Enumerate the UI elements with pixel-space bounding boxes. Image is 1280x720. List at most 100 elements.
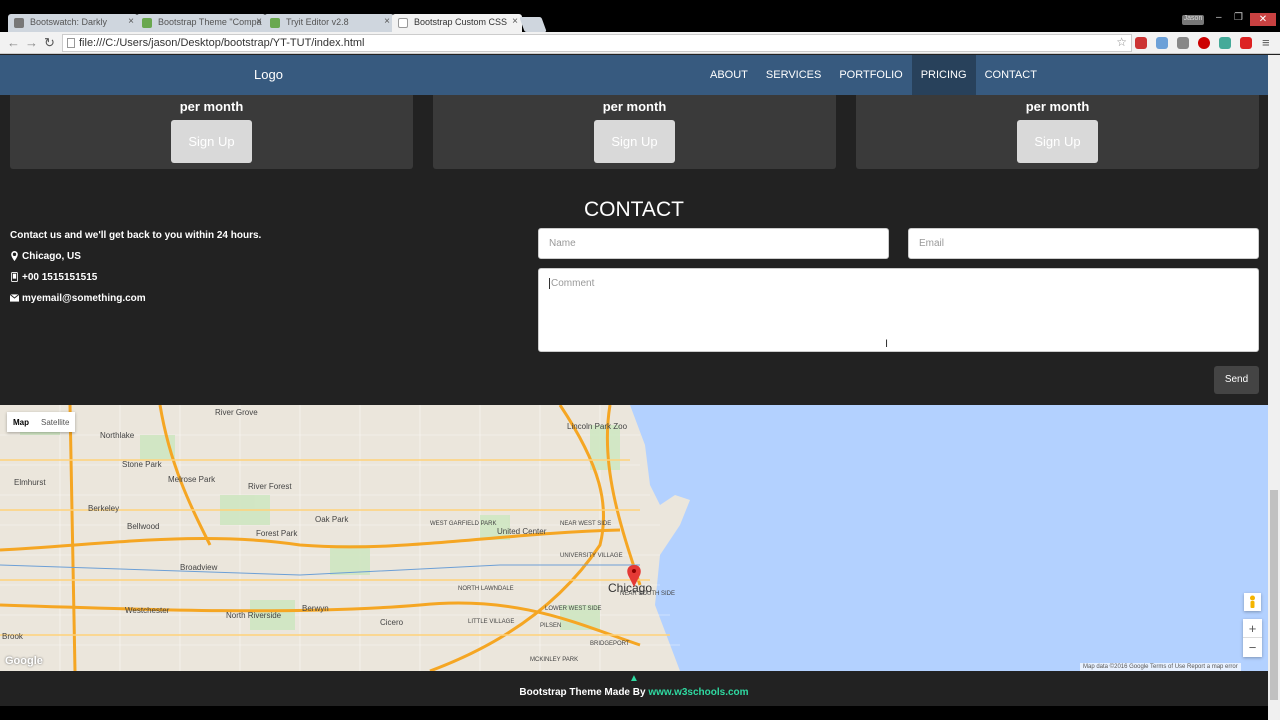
price-period: per month: [179, 99, 244, 114]
zoom-out-button[interactable]: −: [1243, 638, 1262, 657]
scrollbar-thumb[interactable]: [1270, 490, 1278, 700]
svg-text:BRIDGEPORT: BRIDGEPORT: [590, 641, 630, 647]
contact-title: CONTACT: [584, 198, 684, 221]
favicon-icon: [270, 18, 280, 28]
web-page: Logo ABOUT SERVICES PORTFOLIO PRICING CO…: [0, 55, 1268, 720]
zoom-in-button[interactable]: +: [1243, 619, 1262, 638]
footer-text: Bootstrap Theme Made By www.w3schools.co…: [519, 687, 749, 698]
contact-intro: Contact us and we'll get back to you wit…: [10, 229, 262, 241]
svg-text:Melrose Park: Melrose Park: [168, 475, 216, 484]
new-tab-button[interactable]: [519, 17, 547, 32]
site-logo[interactable]: Logo: [254, 67, 283, 82]
scroll-up-icon[interactable]: ▲: [629, 673, 639, 684]
google-logo[interactable]: Google: [5, 655, 43, 667]
browser-tab-active[interactable]: Bootstrap Custom CSS ×: [392, 14, 522, 32]
svg-text:Broadview: Broadview: [180, 563, 218, 572]
close-tab-icon[interactable]: ×: [128, 16, 134, 27]
svg-text:North Riverside: North Riverside: [226, 611, 282, 620]
pegman-icon[interactable]: [1244, 593, 1261, 611]
svg-text:LOWER WEST SIDE: LOWER WEST SIDE: [545, 606, 602, 612]
nav-about[interactable]: ABOUT: [701, 55, 757, 95]
minimize-icon[interactable]: –: [1216, 12, 1222, 23]
browser-tab[interactable]: Bootstrap Theme "Compa ×: [136, 14, 266, 32]
map-attribution[interactable]: Map data ©2016 Google Terms of Use Repor…: [1080, 663, 1241, 671]
price-period: per month: [602, 99, 667, 114]
close-tab-icon[interactable]: ×: [256, 16, 262, 27]
svg-text:LITTLE VILLAGE: LITTLE VILLAGE: [468, 619, 514, 625]
address-bar[interactable]: file:///C:/Users/jason/Desktop/bootstrap…: [62, 34, 1132, 52]
svg-text:WEST GARFIELD PARK: WEST GARFIELD PARK: [430, 521, 496, 527]
browser-tab[interactable]: Tryit Editor v2.8 ×: [264, 14, 394, 32]
price-period: per month: [1025, 99, 1090, 114]
svg-text:NEAR WEST SIDE: NEAR WEST SIDE: [560, 521, 611, 527]
phone-icon: [11, 272, 18, 282]
map-type-satellite[interactable]: Satellite: [35, 412, 75, 432]
page-favicon-icon: [398, 18, 408, 28]
nav-portfolio[interactable]: PORTFOLIO: [830, 55, 911, 95]
reload-icon[interactable]: ↻: [44, 35, 55, 51]
adblock-icon[interactable]: [1198, 37, 1210, 49]
signup-button[interactable]: Sign Up: [594, 120, 675, 163]
map-canvas[interactable]: River Grove Northlake Stone Park Melrose P…: [0, 405, 1268, 671]
nav-services[interactable]: SERVICES: [757, 55, 830, 95]
camera-extension-icon[interactable]: [1156, 37, 1168, 49]
back-icon[interactable]: ←: [7, 35, 20, 50]
google-map[interactable]: River Grove Northlake Stone Park Melrose P…: [0, 405, 1268, 671]
signup-button[interactable]: Sign Up: [171, 120, 252, 163]
contact-email: myemail@something.com: [10, 292, 261, 304]
window-close-button[interactable]: ✕: [1250, 13, 1276, 26]
nav-links: ABOUT SERVICES PORTFOLIO PRICING CONTACT: [701, 55, 1046, 95]
contact-info: Contact us and we'll get back to you wit…: [10, 229, 261, 313]
email-input[interactable]: Email: [908, 228, 1259, 259]
user-badge[interactable]: Jason: [1182, 15, 1204, 25]
browser-tab[interactable]: Bootswatch: Darkly ×: [8, 14, 138, 32]
svg-text:PILSEN: PILSEN: [540, 623, 561, 629]
contact-location: Chicago, US: [10, 250, 261, 262]
browser-toolbar: ← → ↻ file:///C:/Users/jason/Desktop/boo…: [0, 32, 1280, 54]
svg-text:Stone Park: Stone Park: [122, 460, 163, 469]
bookmark-star-icon[interactable]: ☆: [1116, 35, 1127, 49]
map-type-control: Map Satellite: [7, 412, 76, 432]
extension-icon[interactable]: [1240, 37, 1252, 49]
favicon-icon: [14, 18, 24, 28]
nav-contact[interactable]: CONTACT: [976, 55, 1046, 95]
browser-tab-bar: Bootswatch: Darkly × Bootstrap Theme "Com…: [0, 0, 1280, 32]
nav-pricing[interactable]: PRICING: [911, 55, 976, 95]
svg-text:Oak Park: Oak Park: [315, 515, 349, 524]
send-button[interactable]: Send: [1214, 366, 1259, 394]
svg-text:NORTH LAWNDALE: NORTH LAWNDALE: [458, 586, 514, 592]
svg-text:United Center: United Center: [497, 527, 547, 536]
angular-extension-icon[interactable]: [1177, 37, 1189, 49]
extension-icon[interactable]: [1219, 37, 1231, 49]
svg-text:Northlake: Northlake: [100, 431, 135, 440]
svg-text:Berkeley: Berkeley: [88, 504, 119, 513]
svg-text:MCKINLEY PARK: MCKINLEY PARK: [530, 657, 578, 663]
svg-text:Bellwood: Bellwood: [127, 522, 159, 531]
forward-icon[interactable]: →: [25, 35, 38, 50]
svg-text:River Forest: River Forest: [248, 482, 292, 491]
menu-icon[interactable]: ≡: [1262, 35, 1270, 50]
svg-text:Westchester: Westchester: [125, 606, 170, 615]
svg-text:Brook: Brook: [2, 632, 24, 641]
map-marker-icon: [11, 251, 18, 261]
site-navbar: Logo ABOUT SERVICES PORTFOLIO PRICING CO…: [0, 55, 1268, 95]
favicon-icon: [142, 18, 152, 28]
close-tab-icon[interactable]: ×: [384, 16, 390, 27]
pricing-card: per month Sign Up: [433, 95, 836, 169]
name-input[interactable]: Name: [538, 228, 889, 259]
signup-button[interactable]: Sign Up: [1017, 120, 1098, 163]
svg-text:Cicero: Cicero: [380, 618, 404, 627]
svg-text:Lincoln Park Zoo: Lincoln Park Zoo: [567, 422, 628, 431]
extension-icon[interactable]: [1135, 37, 1147, 49]
restore-icon[interactable]: ❐: [1234, 12, 1243, 23]
svg-text:Berwyn: Berwyn: [302, 604, 329, 613]
footer-link[interactable]: www.w3schools.com: [648, 687, 748, 698]
map-type-map[interactable]: Map: [7, 412, 35, 432]
site-footer: ▲ Bootstrap Theme Made By www.w3schools.…: [0, 671, 1268, 706]
map-city-label: Chicago: [608, 581, 652, 595]
close-tab-icon[interactable]: ×: [512, 16, 518, 27]
page-icon: [67, 38, 75, 48]
comment-textarea[interactable]: Comment: [538, 268, 1259, 352]
page-scrollbar[interactable]: [1268, 55, 1280, 720]
svg-text:River Grove: River Grove: [215, 408, 258, 417]
